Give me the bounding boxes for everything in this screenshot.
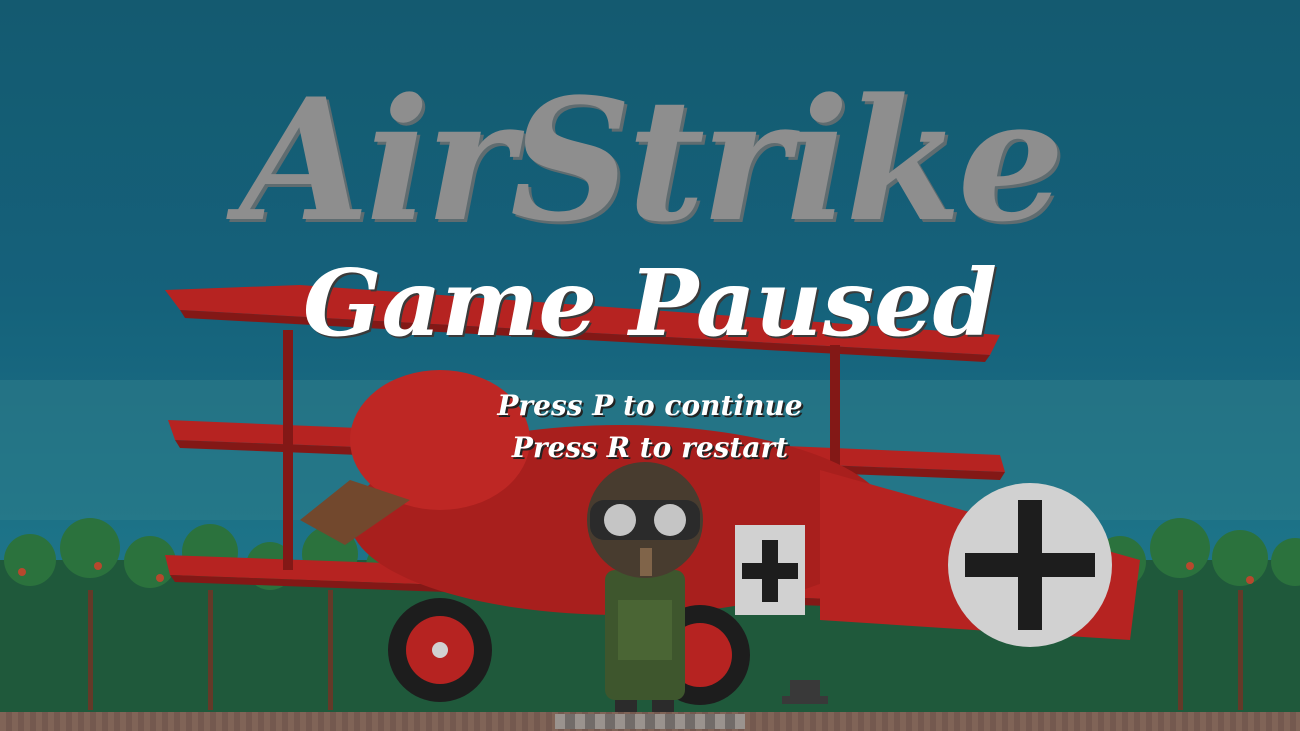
game-title: AirStrike <box>239 61 1064 259</box>
ground-tiles <box>555 714 745 729</box>
game-screen[interactable]: AirStrike Game Paused Press P to continu… <box>0 0 1300 731</box>
restart-hint: Press R to restart <box>511 431 789 464</box>
pause-heading: Game Paused <box>303 249 997 357</box>
continue-hint: Press P to continue <box>497 389 803 422</box>
